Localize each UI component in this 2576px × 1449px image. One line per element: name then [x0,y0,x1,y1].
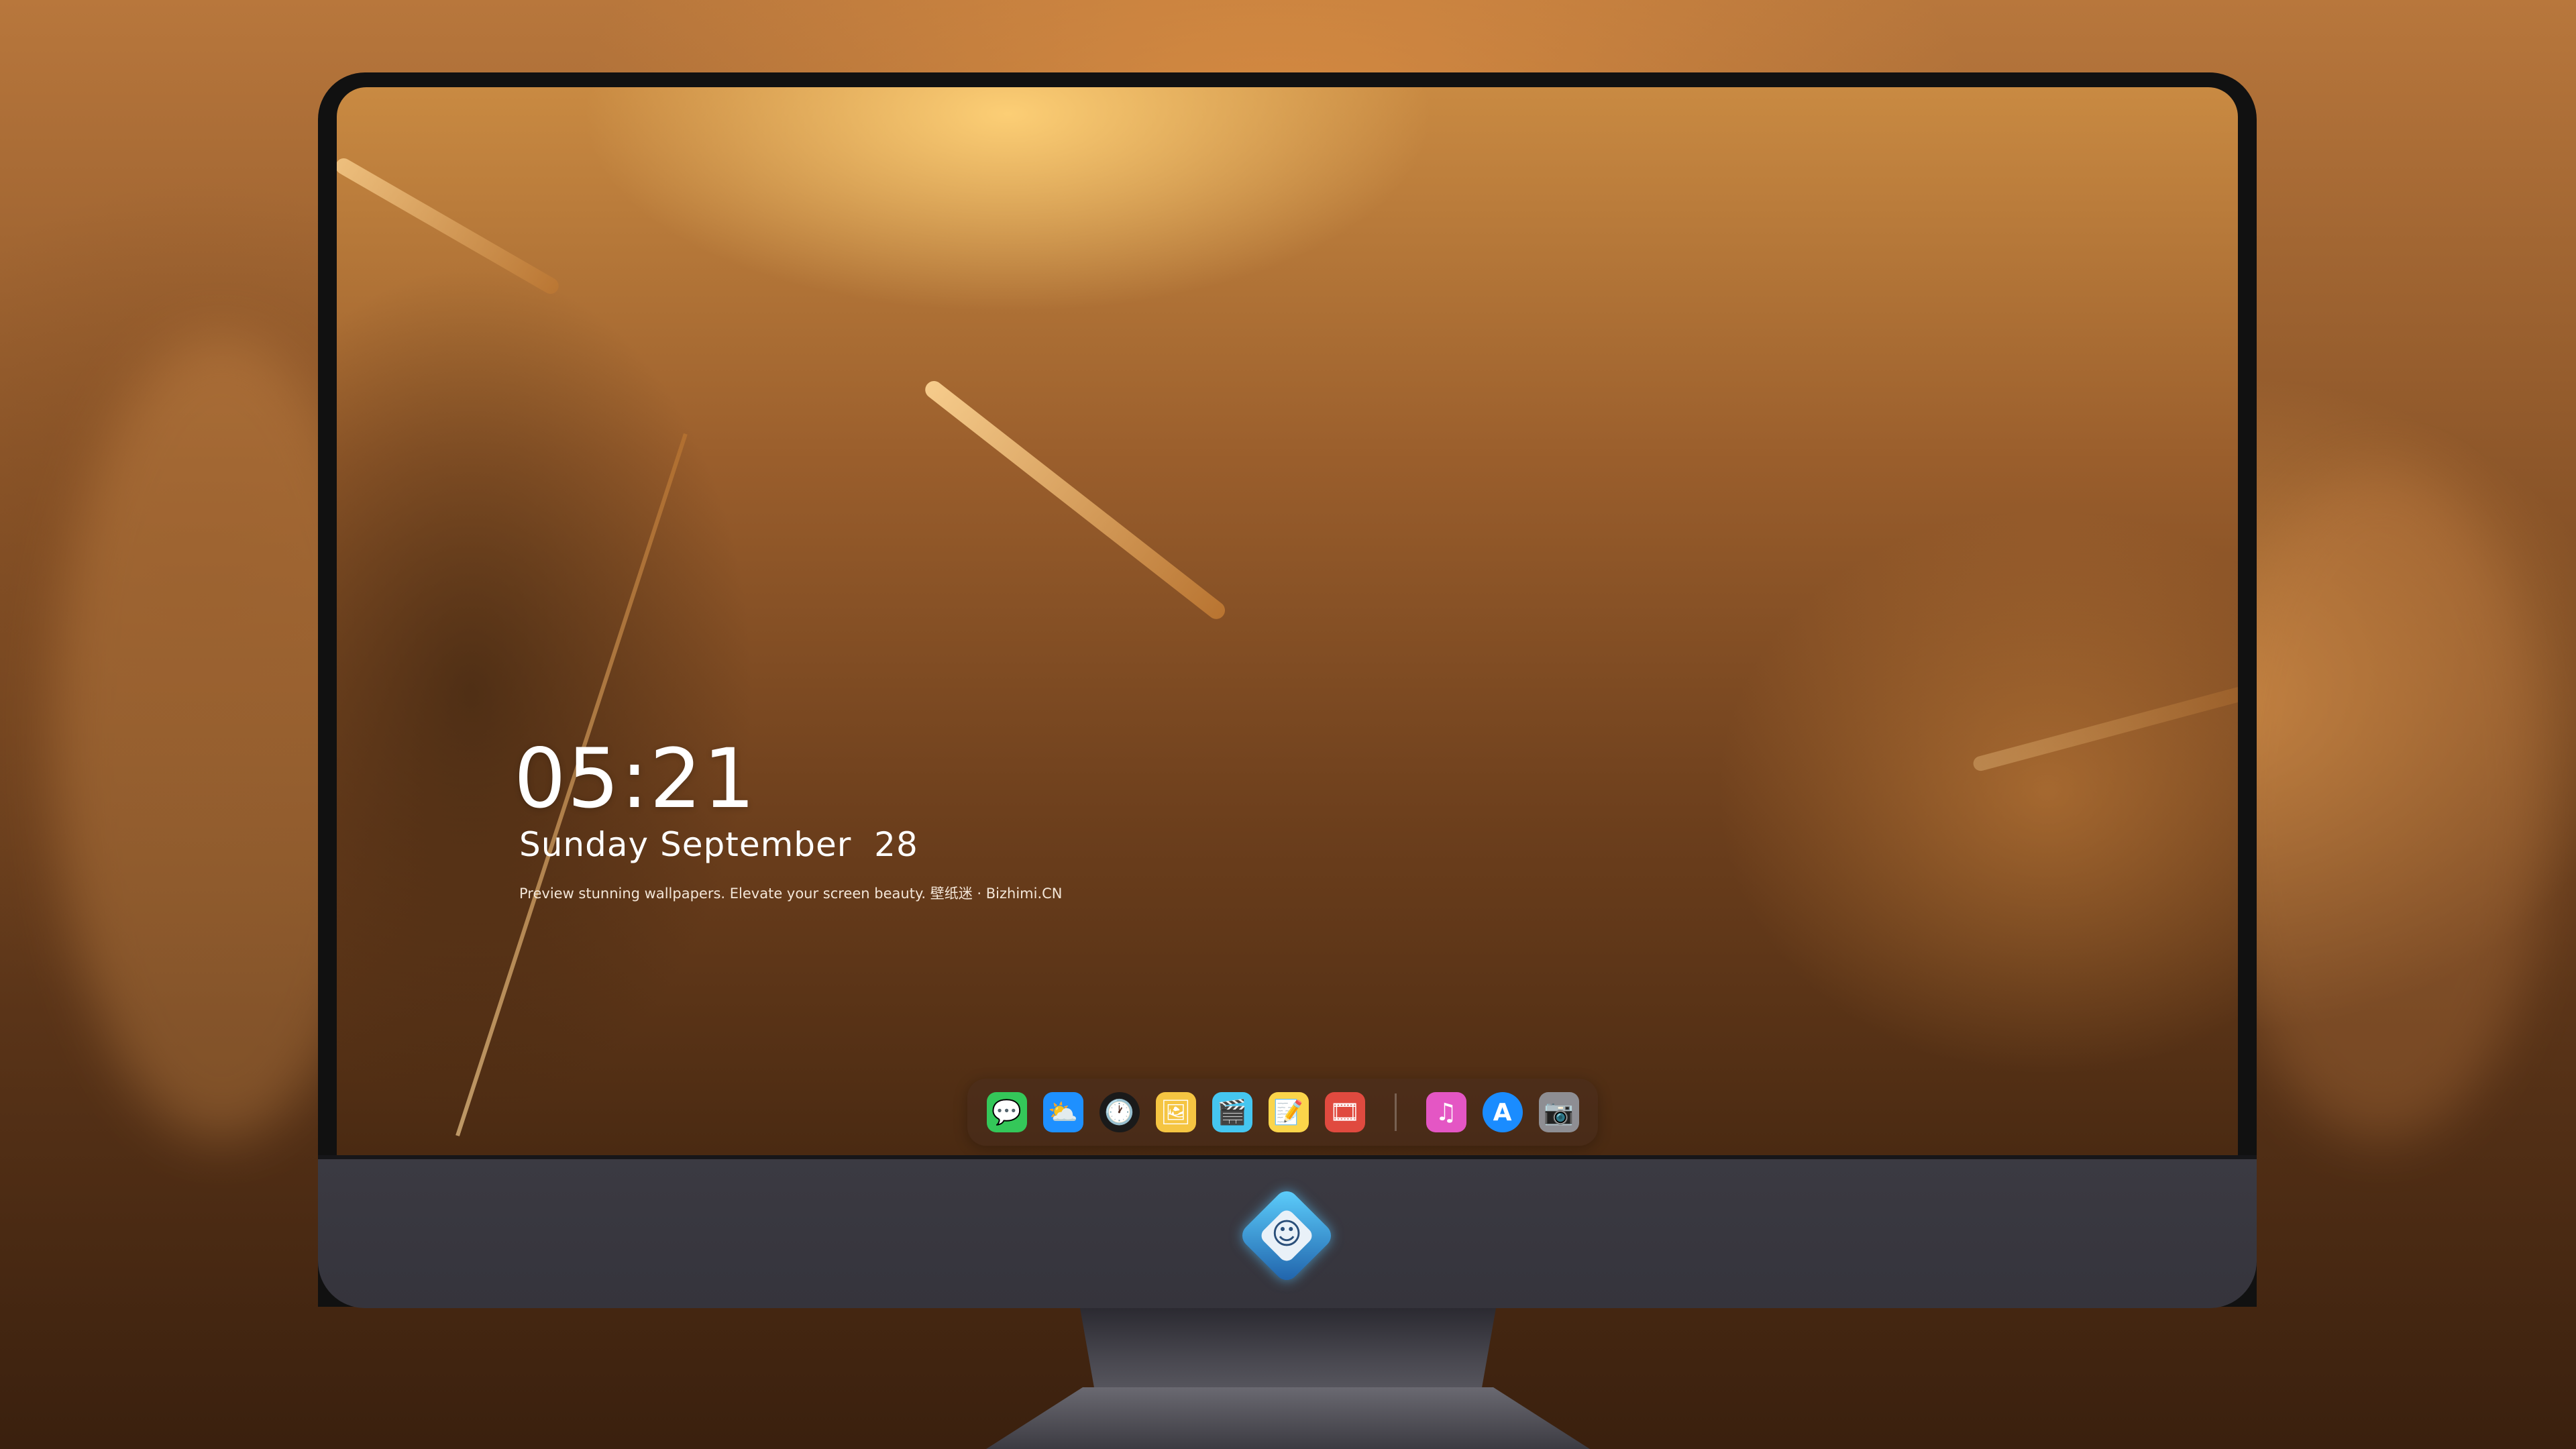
camera-glyph: 📷 [1544,1099,1574,1126]
camera-icon[interactable]: 📷 [1538,1092,1579,1132]
app-store-glyph: A [1493,1098,1512,1126]
clock-icon[interactable]: 🕐 [1099,1092,1140,1132]
wallpaper-tagline: Preview stunning wallpapers. Elevate you… [519,885,1063,902]
screen: 05:21 Sunday September 28 Preview stunni… [337,87,2238,1155]
preview-glyph: 🖼 [1160,1099,1191,1126]
weather-icon[interactable]: ⛅ [1042,1092,1083,1132]
clock-date: Sunday September 28 [519,825,918,864]
monitor-stand-base [986,1387,1590,1449]
notes-glyph: 📝 [1273,1099,1303,1126]
clips-glyph: 🎬 [1217,1099,1247,1126]
app-store-icon[interactable]: A [1482,1092,1523,1132]
clock-time: 05:21 [514,731,757,826]
dock-separator [1394,1093,1397,1131]
messages-glyph: 💬 [991,1099,1022,1126]
notes-icon[interactable]: 📝 [1268,1092,1309,1132]
clips-icon[interactable]: 🎬 [1212,1092,1252,1132]
messages-icon[interactable]: 💬 [986,1092,1027,1132]
wheat-stalk [337,155,562,297]
wheat-stalk [1972,685,2238,773]
preview-icon[interactable]: 🖼 [1155,1092,1196,1132]
photo-booth-glyph: 🎞 [1329,1099,1360,1126]
clock-glyph: 🕐 [1104,1099,1134,1126]
background-wheat-blur [2214,470,2549,1140]
music-glyph: ♫ [1435,1098,1457,1126]
dock: 💬 ⛅ 🕐 🖼 🎬 📝 🎞 ♫ A 📷 [967,1079,1598,1146]
wheat-stalk [921,377,1229,623]
brand-mascot-icon: ☺ [1271,1217,1302,1251]
photo-booth-icon[interactable]: 🎞 [1324,1092,1365,1132]
music-icon[interactable]: ♫ [1426,1092,1466,1132]
weather-glyph: ⛅ [1048,1099,1078,1126]
